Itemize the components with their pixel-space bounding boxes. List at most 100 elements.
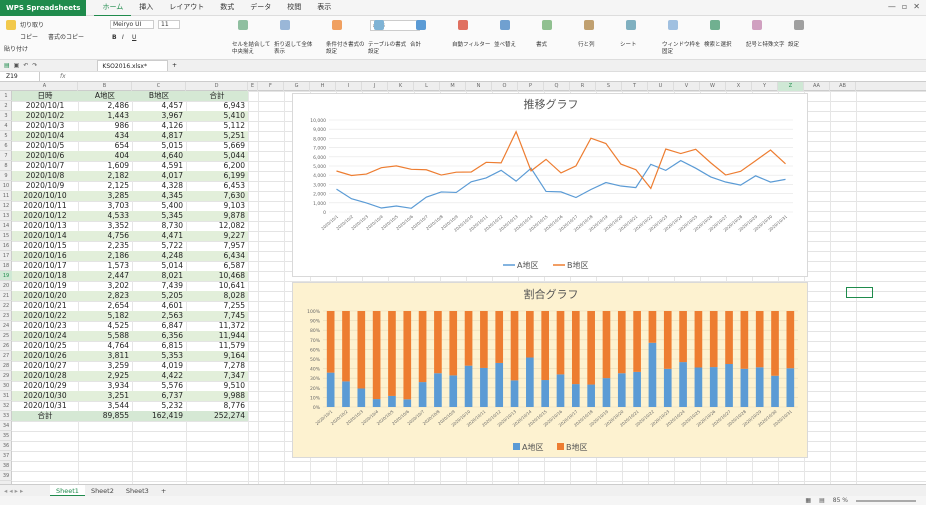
paste-button[interactable]: 貼り付け — [4, 44, 28, 53]
sheet-tab[interactable]: Sheet1 — [50, 484, 85, 497]
value-cell[interactable]: 8,028 — [186, 291, 248, 301]
value-cell[interactable]: 2,186 — [78, 251, 132, 261]
value-cell[interactable]: 5,014 — [132, 261, 186, 271]
value-cell[interactable]: 2,235 — [78, 241, 132, 251]
value-cell[interactable]: 8,776 — [186, 401, 248, 411]
value-cell[interactable]: 3,251 — [78, 391, 132, 401]
value-cell[interactable]: 5,182 — [78, 311, 132, 321]
ribbon-button[interactable]: 書式 — [536, 42, 576, 49]
value-cell[interactable]: 5,722 — [132, 241, 186, 251]
value-cell[interactable]: 2,182 — [78, 171, 132, 181]
column-header[interactable]: D — [186, 82, 248, 91]
value-cell[interactable]: 3,202 — [78, 281, 132, 291]
row-header[interactable]: 30 — [0, 381, 12, 391]
value-cell[interactable]: 7,255 — [186, 301, 248, 311]
date-cell[interactable]: 2020/10/11 — [12, 201, 78, 211]
value-cell[interactable]: 404 — [78, 151, 132, 161]
date-cell[interactable]: 2020/10/18 — [12, 271, 78, 281]
column-header[interactable]: Z — [778, 82, 804, 91]
cut-button[interactable]: 切り取り — [20, 20, 44, 29]
column-header[interactable]: U — [648, 82, 674, 91]
date-cell[interactable]: 2020/10/19 — [12, 281, 78, 291]
value-cell[interactable]: 3,352 — [78, 221, 132, 231]
row-header[interactable]: 9 — [0, 171, 12, 181]
app-menu-button[interactable]: WPS Spreadsheets — [0, 0, 87, 16]
value-cell[interactable]: 9,878 — [186, 211, 248, 221]
date-cell[interactable]: 2020/10/8 — [12, 171, 78, 181]
add-sheet-button[interactable]: + — [155, 485, 172, 497]
value-cell[interactable]: 1,443 — [78, 111, 132, 121]
date-cell[interactable]: 2020/10/23 — [12, 321, 78, 331]
ribbon-button[interactable]: セルを結合して中央揃え — [232, 42, 272, 56]
date-cell[interactable]: 2020/10/27 — [12, 361, 78, 371]
value-cell[interactable]: 6,199 — [186, 171, 248, 181]
ribbon-button[interactable]: シート — [620, 42, 660, 49]
value-cell[interactable]: 4,525 — [78, 321, 132, 331]
value-cell[interactable]: 4,422 — [132, 371, 186, 381]
date-cell[interactable]: 2020/10/7 — [12, 161, 78, 171]
minimize-icon[interactable]: — — [888, 2, 896, 11]
value-cell[interactable]: 2,654 — [78, 301, 132, 311]
value-cell[interactable]: 11,372 — [186, 321, 248, 331]
date-cell[interactable]: 2020/10/20 — [12, 291, 78, 301]
column-header[interactable]: S — [596, 82, 622, 91]
date-cell[interactable]: 2020/10/12 — [12, 211, 78, 221]
ribbon-button[interactable]: 合計 — [410, 42, 450, 49]
value-cell[interactable]: 10,468 — [186, 271, 248, 281]
date-cell[interactable]: 2020/10/29 — [12, 381, 78, 391]
value-cell[interactable]: 10,641 — [186, 281, 248, 291]
value-cell[interactable]: 4,126 — [132, 121, 186, 131]
value-cell[interactable]: 3,967 — [132, 111, 186, 121]
date-cell[interactable]: 2020/10/9 — [12, 181, 78, 191]
bold-button[interactable]: B — [112, 34, 117, 41]
column-header[interactable]: C — [132, 82, 186, 91]
value-cell[interactable]: 6,737 — [132, 391, 186, 401]
column-header[interactable]: H — [310, 82, 336, 91]
value-cell[interactable]: 4,591 — [132, 161, 186, 171]
value-cell[interactable]: 4,328 — [132, 181, 186, 191]
value-cell[interactable]: 5,112 — [186, 121, 248, 131]
value-cell[interactable]: 252,274 — [186, 411, 248, 421]
row-header[interactable]: 18 — [0, 261, 12, 271]
menu-tab[interactable]: ホーム — [94, 0, 132, 17]
row-header[interactable]: 4 — [0, 121, 12, 131]
column-header[interactable]: T — [622, 82, 648, 91]
date-cell[interactable]: 2020/10/2 — [12, 111, 78, 121]
column-header[interactable]: O — [492, 82, 518, 91]
value-cell[interactable]: 4,756 — [78, 231, 132, 241]
value-cell[interactable]: 9,103 — [186, 201, 248, 211]
value-cell[interactable]: 3,544 — [78, 401, 132, 411]
menu-tab[interactable]: 表示 — [309, 0, 339, 17]
column-header[interactable]: E — [248, 82, 258, 91]
row-header[interactable]: 27 — [0, 351, 12, 361]
value-cell[interactable]: 89,855 — [78, 411, 132, 421]
value-cell[interactable]: 8,730 — [132, 221, 186, 231]
value-cell[interactable]: 5,410 — [186, 111, 248, 121]
fx-icon[interactable]: fx — [60, 73, 66, 80]
value-cell[interactable]: 12,082 — [186, 221, 248, 231]
menu-tab[interactable]: データ — [242, 0, 279, 17]
date-cell[interactable]: 2020/10/13 — [12, 221, 78, 231]
menu-tab[interactable]: 校閲 — [279, 0, 309, 17]
row-header[interactable]: 1 — [0, 91, 12, 101]
column-header[interactable]: X — [726, 82, 752, 91]
value-cell[interactable]: 162,419 — [132, 411, 186, 421]
redo-icon[interactable]: ↷ — [32, 62, 37, 69]
document-tab[interactable]: KSO2016.xlsx* — [97, 60, 168, 71]
row-header[interactable]: 23 — [0, 311, 12, 321]
row-header[interactable]: 39 — [0, 471, 12, 481]
row-header[interactable]: 35 — [0, 431, 12, 441]
value-cell[interactable]: 7,347 — [186, 371, 248, 381]
value-cell[interactable]: 5,669 — [186, 141, 248, 151]
undo-icon[interactable]: ↶ — [23, 62, 28, 69]
value-cell[interactable]: 5,251 — [186, 131, 248, 141]
font-size-select[interactable]: 11 — [158, 20, 180, 29]
ribbon-button[interactable]: 並べ替え — [494, 42, 534, 49]
value-cell[interactable]: 8,021 — [132, 271, 186, 281]
menu-tab[interactable]: 挿入 — [131, 0, 161, 17]
date-cell[interactable]: 2020/10/30 — [12, 391, 78, 401]
row-header[interactable]: 25 — [0, 331, 12, 341]
date-cell[interactable]: 合計 — [12, 411, 78, 421]
value-cell[interactable]: 6,815 — [132, 341, 186, 351]
row-header[interactable]: 26 — [0, 341, 12, 351]
